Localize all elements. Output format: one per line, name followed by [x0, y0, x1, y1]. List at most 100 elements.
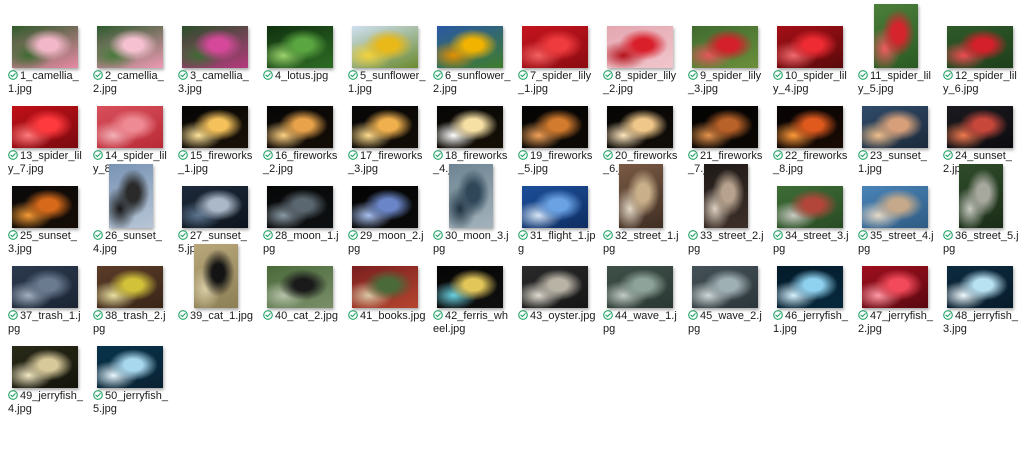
thumbnail-image[interactable] [862, 106, 928, 148]
file-item-3[interactable]: 3_camellia_3.jpg [174, 24, 256, 96]
file-item-34[interactable]: 34_street_3.jpg [769, 184, 851, 256]
file-item-31[interactable]: 31_flight_1.jpg [514, 184, 596, 256]
thumbnail-image[interactable] [437, 266, 503, 308]
file-caption[interactable]: 44_wave_1.jpg [603, 310, 681, 336]
file-item-40[interactable]: 40_cat_2.jpg [259, 264, 341, 336]
thumbnail-image[interactable] [777, 26, 843, 68]
file-item-12[interactable]: 12_spider_lily_6.jpg [939, 24, 1021, 96]
file-caption[interactable]: 13_spider_lily_7.jpg [8, 150, 86, 176]
file-caption[interactable]: 12_spider_lily_6.jpg [943, 70, 1021, 96]
thumbnail-image[interactable] [182, 186, 248, 228]
file-caption[interactable]: 2_camellia_2.jpg [93, 70, 171, 96]
file-item-26[interactable]: 26_sunset_4.jpg [89, 164, 171, 256]
thumbnail-image[interactable] [352, 186, 418, 228]
file-item-29[interactable]: 29_moon_2.jpg [344, 184, 426, 256]
file-caption[interactable]: 15_fireworks_1.jpg [178, 150, 256, 176]
thumbnail-image[interactable] [947, 106, 1013, 148]
thumbnail-image[interactable] [12, 26, 78, 68]
file-item-45[interactable]: 45_wave_2.jpg [684, 264, 766, 336]
file-item-48[interactable]: 48_jerryfish_3.jpg [939, 264, 1021, 336]
thumbnail-image[interactable] [97, 266, 163, 308]
thumbnail-image[interactable] [522, 266, 588, 308]
thumbnail-image[interactable] [692, 106, 758, 148]
file-item-7[interactable]: 7_spider_lily_1.jpg [514, 24, 596, 96]
thumbnail-image[interactable] [352, 106, 418, 148]
file-caption[interactable]: 6_sunflower_2.jpg [433, 70, 511, 96]
thumbnail-image[interactable] [97, 26, 163, 68]
file-caption[interactable]: 46_jerryfish_1.jpg [773, 310, 851, 336]
file-item-23[interactable]: 23_sunset_1.jpg [854, 104, 936, 176]
thumbnail-image[interactable] [352, 26, 418, 68]
thumbnail-image[interactable] [607, 266, 673, 308]
file-item-4[interactable]: 4_lotus.jpg [259, 24, 341, 96]
thumbnail-image[interactable] [97, 346, 163, 388]
file-caption[interactable]: 35_street_4.jpg [858, 230, 936, 256]
thumbnail-image[interactable] [777, 106, 843, 148]
file-caption[interactable]: 16_fireworks_2.jpg [263, 150, 341, 176]
file-caption[interactable]: 38_trash_2.jpg [93, 310, 171, 336]
thumbnail-image[interactable] [947, 266, 1013, 308]
file-caption[interactable]: 28_moon_1.jpg [263, 230, 341, 256]
file-caption[interactable]: 34_street_3.jpg [773, 230, 851, 256]
file-caption[interactable]: 36_street_5.jpg [943, 230, 1021, 256]
file-item-9[interactable]: 9_spider_lily_3.jpg [684, 24, 766, 96]
file-item-10[interactable]: 10_spider_lily_4.jpg [769, 24, 851, 96]
file-item-32[interactable]: 32_street_1.jpg [599, 164, 681, 256]
file-caption[interactable]: 9_spider_lily_3.jpg [688, 70, 766, 96]
thumbnail-image[interactable] [267, 266, 333, 308]
thumbnail-image[interactable] [449, 164, 493, 228]
file-item-28[interactable]: 28_moon_1.jpg [259, 184, 341, 256]
thumbnail-image[interactable] [947, 26, 1013, 68]
thumbnail-image[interactable] [522, 186, 588, 228]
file-caption[interactable]: 5_sunflower_1.jpg [348, 70, 426, 96]
thumbnail-image[interactable] [437, 106, 503, 148]
file-caption[interactable]: 48_jerryfish_3.jpg [943, 310, 1021, 336]
file-item-25[interactable]: 25_sunset_3.jpg [4, 184, 86, 256]
thumbnail-image[interactable] [692, 26, 758, 68]
file-caption[interactable]: 45_wave_2.jpg [688, 310, 766, 336]
file-item-15[interactable]: 15_fireworks_1.jpg [174, 104, 256, 176]
file-item-16[interactable]: 16_fireworks_2.jpg [259, 104, 341, 176]
thumbnail-image[interactable] [607, 26, 673, 68]
thumbnail-image[interactable] [619, 164, 663, 228]
thumbnail-image[interactable] [267, 186, 333, 228]
file-item-37[interactable]: 37_trash_1.jpg [4, 264, 86, 336]
file-item-6[interactable]: 6_sunflower_2.jpg [429, 24, 511, 96]
thumbnail-image[interactable] [352, 266, 418, 308]
thumbnail-image[interactable] [437, 26, 503, 68]
file-item-17[interactable]: 17_fireworks_3.jpg [344, 104, 426, 176]
file-caption[interactable]: 31_flight_1.jpg [518, 230, 596, 256]
thumbnail-image[interactable] [777, 186, 843, 228]
file-caption[interactable]: 1_camellia_1.jpg [8, 70, 86, 96]
thumbnail-image[interactable] [692, 266, 758, 308]
file-item-43[interactable]: 43_oyster.jpg [514, 264, 596, 336]
file-item-41[interactable]: 41_books.jpg [344, 264, 426, 336]
file-item-22[interactable]: 22_fireworks_8.jpg [769, 104, 851, 176]
file-caption[interactable]: 26_sunset_4.jpg [93, 230, 171, 256]
file-caption[interactable]: 40_cat_2.jpg [263, 310, 341, 323]
file-caption[interactable]: 19_fireworks_5.jpg [518, 150, 596, 176]
file-caption[interactable]: 22_fireworks_8.jpg [773, 150, 851, 176]
file-caption[interactable]: 23_sunset_1.jpg [858, 150, 936, 176]
file-caption[interactable]: 17_fireworks_3.jpg [348, 150, 426, 176]
file-caption[interactable]: 42_ferris_wheel.jpg [433, 310, 511, 336]
thumbnail-image[interactable] [182, 106, 248, 148]
file-caption[interactable]: 33_street_2.jpg [688, 230, 766, 256]
file-caption[interactable]: 39_cat_1.jpg [178, 310, 256, 323]
thumbnail-image[interactable] [12, 346, 78, 388]
thumbnail-image[interactable] [267, 106, 333, 148]
thumbnail-image[interactable] [12, 266, 78, 308]
thumbnail-image[interactable] [607, 106, 673, 148]
file-item-11[interactable]: 11_spider_lily_5.jpg [854, 4, 936, 96]
file-item-44[interactable]: 44_wave_1.jpg [599, 264, 681, 336]
file-caption[interactable]: 8_spider_lily_2.jpg [603, 70, 681, 96]
file-item-50[interactable]: 50_jerryfish_5.jpg [89, 344, 171, 416]
file-caption[interactable]: 11_spider_lily_5.jpg [858, 70, 936, 96]
file-caption[interactable]: 7_spider_lily_1.jpg [518, 70, 596, 96]
thumbnail-image[interactable] [182, 26, 248, 68]
file-item-5[interactable]: 5_sunflower_1.jpg [344, 24, 426, 96]
file-caption[interactable]: 3_camellia_3.jpg [178, 70, 256, 96]
thumbnail-image[interactable] [704, 164, 748, 228]
file-caption[interactable]: 50_jerryfish_5.jpg [93, 390, 171, 416]
file-item-8[interactable]: 8_spider_lily_2.jpg [599, 24, 681, 96]
